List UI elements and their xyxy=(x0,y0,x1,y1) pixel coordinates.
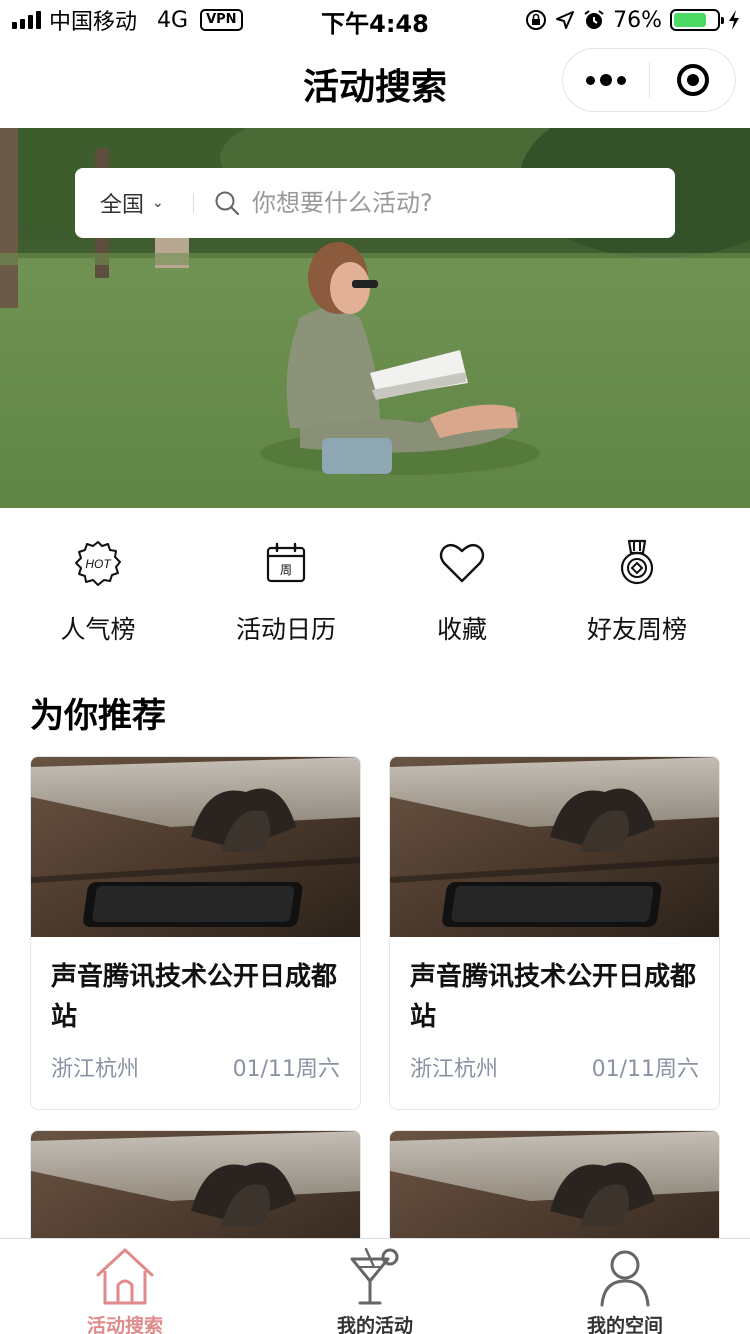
event-card-meta: 浙江杭州 01/11周六 xyxy=(390,1051,719,1083)
quick-item-popular[interactable]: HOT 人气榜 xyxy=(18,538,178,646)
calendar-icon: 周 xyxy=(266,542,306,583)
status-bar: 中国移动 4G VPN 下午4:48 76% xyxy=(0,0,750,40)
event-card-date: 01/11周六 xyxy=(232,1057,340,1082)
quick-item-friends-weekly[interactable]: 好友周榜 xyxy=(557,538,717,646)
section-title: 为你推荐 xyxy=(30,696,166,736)
signal-icon xyxy=(12,11,41,29)
tab-activity-search[interactable]: 活动搜索 xyxy=(0,1239,250,1334)
event-card-title: 声音腾讯技术公开日成都站 xyxy=(410,962,697,1032)
tab-label: 我的活动 xyxy=(336,1315,413,1334)
event-card-date: 01/11周六 xyxy=(591,1057,699,1082)
event-card[interactable]: 声音腾讯技术公开日成都站 浙江杭州 01/11周六 xyxy=(30,756,361,1110)
quick-label-popular: 人气榜 xyxy=(60,615,136,644)
tab-label: 我的空间 xyxy=(586,1315,663,1334)
close-button[interactable] xyxy=(650,49,735,111)
heart-icon xyxy=(439,543,485,583)
search-divider xyxy=(193,193,194,213)
search-icon xyxy=(215,191,240,216)
alarm-icon xyxy=(584,10,604,29)
location-icon xyxy=(556,11,575,29)
search-box[interactable]: 全国 ⌄ xyxy=(75,168,675,238)
region-select[interactable]: 全国 ⌄ xyxy=(75,187,193,219)
status-right: 76% xyxy=(525,6,740,34)
event-card-image xyxy=(390,757,719,937)
status-left: 中国移动 4G VPN xyxy=(12,6,243,35)
calendar-week-text: 周 xyxy=(280,563,292,577)
hot-text: HOT xyxy=(85,557,112,571)
rotation-lock-icon xyxy=(526,10,547,30)
event-card-location: 浙江杭州 xyxy=(410,1057,499,1082)
quick-label-favorites: 收藏 xyxy=(436,615,487,644)
tab-my-activities[interactable]: 我的活动 xyxy=(250,1239,500,1334)
event-card-title: 声音腾讯技术公开日成都站 xyxy=(51,962,338,1032)
carrier-name: 中国移动 xyxy=(49,10,138,35)
medal-icon xyxy=(620,539,654,585)
charging-icon xyxy=(729,10,739,30)
tab-my-space[interactable]: 我的空间 xyxy=(500,1239,750,1334)
vpn-badge: VPN xyxy=(200,9,243,31)
banner[interactable]: 全国 ⌄ xyxy=(0,128,750,508)
nav-bar: 活动搜索 xyxy=(0,40,750,128)
quick-label-calendar: 活动日历 xyxy=(235,615,336,644)
hot-badge-icon: HOT xyxy=(75,541,121,586)
target-close-icon xyxy=(676,64,709,96)
quick-item-calendar[interactable]: 周 活动日历 xyxy=(206,538,366,646)
person-icon xyxy=(600,1250,650,1307)
quick-item-favorites[interactable]: 收藏 xyxy=(382,538,542,646)
event-card-image xyxy=(31,757,360,937)
mini-program-capsule xyxy=(562,48,736,112)
event-card[interactable]: 声音腾讯技术公开日成都站 浙江杭州 01/11周六 xyxy=(389,756,720,1110)
battery-percent: 76% xyxy=(613,7,662,33)
tab-bar: 活动搜索 我的活动 我的空间 xyxy=(0,1238,750,1334)
more-button[interactable] xyxy=(563,49,649,111)
quick-label-friends-weekly: 好友周榜 xyxy=(586,615,687,644)
battery-icon xyxy=(670,9,724,31)
search-input[interactable] xyxy=(252,189,632,217)
chevron-down-icon: ⌄ xyxy=(152,195,164,211)
home-icon xyxy=(96,1248,154,1305)
battery-level xyxy=(674,13,706,27)
cocktail-icon xyxy=(350,1247,399,1305)
region-label: 全国 xyxy=(100,193,145,218)
event-card-location: 浙江杭州 xyxy=(51,1057,140,1082)
quick-menu: HOT 人气榜 周 活动日历 收藏 好友周榜 xyxy=(0,508,750,658)
event-card-meta: 浙江杭州 01/11周六 xyxy=(31,1051,360,1083)
network-type: 4G xyxy=(157,7,189,33)
tab-label: 活动搜索 xyxy=(86,1315,163,1334)
